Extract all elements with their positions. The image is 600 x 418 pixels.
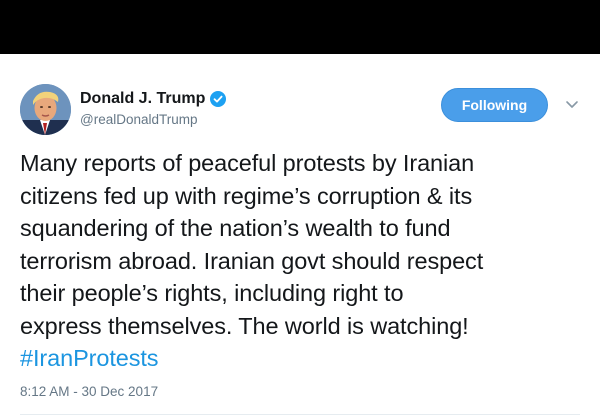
- tweet-timestamp[interactable]: 8:12 AM - 30 Dec 2017: [20, 384, 158, 399]
- author-name-row: Donald J. Trump: [80, 88, 227, 110]
- avatar[interactable]: [20, 84, 71, 135]
- tweet-text-line: squandering of the nation’s wealth to fu…: [20, 215, 451, 241]
- tweet-text-line: terrorism abroad. Iranian govt should re…: [20, 247, 484, 274]
- tweet-text-line: express themselves. The world is watchin…: [20, 312, 469, 339]
- tweet-text-line: Many reports of peaceful protests by Ira…: [20, 150, 475, 176]
- hashtag-link[interactable]: #IranProtests: [20, 342, 592, 375]
- verified-badge-icon: [210, 91, 227, 107]
- divider: [20, 414, 580, 415]
- profile-photo-icon: [20, 84, 71, 135]
- following-button[interactable]: Following: [441, 88, 548, 122]
- top-black-bar: [0, 0, 600, 54]
- tweet-text-line: their people’s rights, including right t…: [20, 280, 404, 306]
- author-handle[interactable]: @realDonaldTrump: [80, 112, 198, 127]
- author-display-name[interactable]: Donald J. Trump: [80, 90, 205, 108]
- tweet-card: Donald J. Trump @realDonaldTrump Followi…: [0, 54, 600, 418]
- tweet-text-line: citizens fed up with regime’s corruption…: [20, 182, 473, 209]
- tweet-text: Many reports of peaceful protests by Ira…: [20, 147, 592, 375]
- chevron-down-icon[interactable]: [565, 100, 579, 110]
